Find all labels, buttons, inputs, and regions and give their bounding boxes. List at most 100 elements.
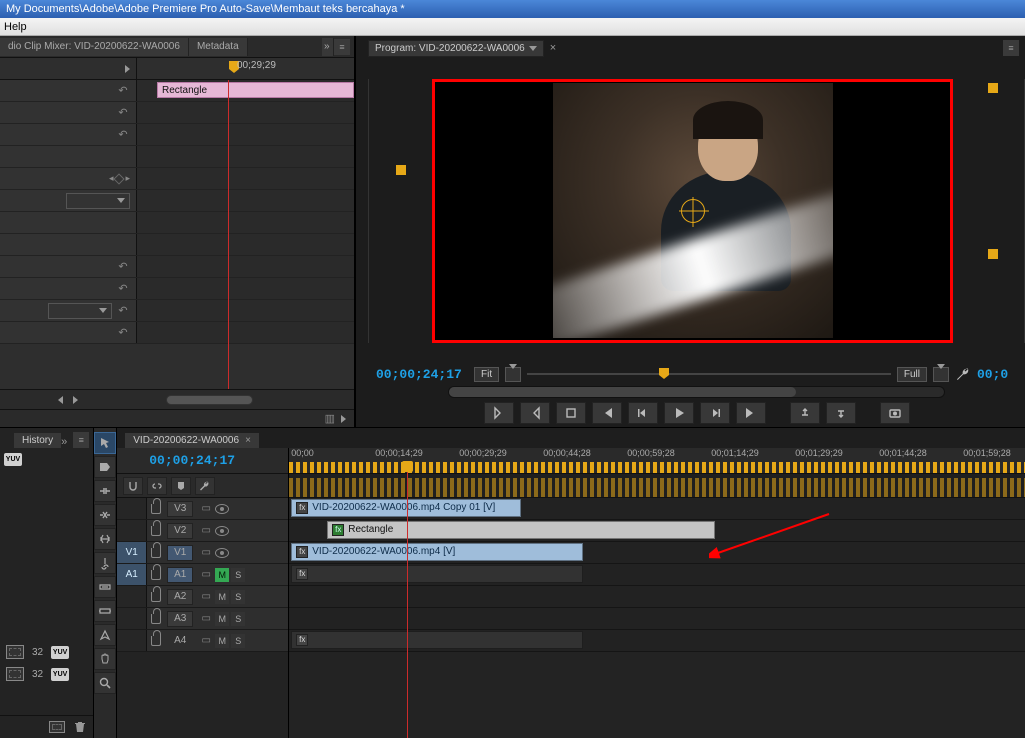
snap-button[interactable] <box>123 477 143 495</box>
export-frame-button[interactable] <box>880 402 910 424</box>
lift-button[interactable] <box>790 402 820 424</box>
sequence-tab[interactable]: VID-20200622-WA0006× <box>125 433 259 448</box>
in-marker-icon[interactable] <box>396 165 406 175</box>
lock-icon[interactable] <box>151 548 161 558</box>
sync-lock-icon[interactable]: ▭ <box>199 546 213 560</box>
tab-overflow-icon[interactable]: » <box>61 436 67 448</box>
track-toggle-a1[interactable]: A1 <box>167 567 193 583</box>
step-forward-button[interactable] <box>700 402 730 424</box>
sync-lock-icon[interactable]: ▭ <box>199 502 213 516</box>
mark-clip-button[interactable] <box>556 402 586 424</box>
reset-icon[interactable]: ↶ <box>116 128 130 142</box>
solo-button[interactable]: S <box>231 612 245 626</box>
reset-icon[interactable]: ↶ <box>116 282 130 296</box>
program-monitor[interactable] <box>432 79 953 343</box>
reset-icon[interactable]: ↶ <box>116 84 130 98</box>
zoom-fit-dropdown[interactable]: Fit <box>474 367 499 382</box>
ec-clip-rectangle[interactable]: Rectangle <box>157 82 354 98</box>
clip-a1[interactable]: fx <box>291 565 583 583</box>
ripple-edit-tool[interactable] <box>94 480 116 502</box>
lock-icon[interactable] <box>151 570 161 580</box>
blend-dropdown[interactable] <box>66 193 130 209</box>
track-a1[interactable]: fx <box>289 564 1025 586</box>
solo-button[interactable]: S <box>231 590 245 604</box>
eye-icon[interactable] <box>215 504 229 514</box>
lock-icon[interactable] <box>151 526 161 536</box>
sync-lock-icon[interactable]: ▭ <box>199 568 213 582</box>
track-v3[interactable]: fx VID-20200622-WA0006.mp4 Copy 01 [V] <box>289 498 1025 520</box>
rolling-edit-tool[interactable] <box>94 504 116 526</box>
track-toggle-v1[interactable]: V1 <box>167 545 193 561</box>
track-v1[interactable]: fx VID-20200622-WA0006.mp4 [V] <box>289 542 1025 564</box>
sync-lock-icon[interactable]: ▭ <box>199 634 213 648</box>
out-marker-icon[interactable] <box>988 249 998 259</box>
trash-icon[interactable] <box>73 720 87 734</box>
mark-out-button[interactable] <box>520 402 550 424</box>
rate-stretch-tool[interactable] <box>94 528 116 550</box>
track-select-tool[interactable] <box>94 456 116 478</box>
panel-menu-icon[interactable]: ≡ <box>1003 40 1019 56</box>
sync-lock-icon[interactable]: ▭ <box>199 612 213 626</box>
extract-button[interactable] <box>826 402 856 424</box>
anchor-crosshair-icon[interactable] <box>681 199 705 223</box>
thumbnail-icon[interactable] <box>6 645 24 659</box>
track-header-v1[interactable]: V1 V1 ▭ <box>117 542 288 564</box>
eye-icon[interactable] <box>215 548 229 558</box>
track-toggle-a4[interactable]: A4 <box>167 633 193 649</box>
menu-help[interactable]: Help <box>4 21 27 33</box>
dropdown-icon[interactable] <box>529 46 537 51</box>
tab-overflow[interactable]: » <box>322 38 334 56</box>
tab-close-icon[interactable]: × <box>550 42 556 54</box>
timeline-ruler[interactable]: 00;0000;00;14;2900;00;29;2900;00;44;2800… <box>289 448 1025 474</box>
play-icon[interactable] <box>125 65 130 73</box>
zoom-tool[interactable] <box>94 672 116 694</box>
timeline-zoom-bar[interactable] <box>448 386 945 398</box>
mute-button[interactable]: M <box>215 590 229 604</box>
track-header-a3[interactable]: A3 ▭ M S <box>117 608 288 630</box>
clip-v1[interactable]: fx VID-20200622-WA0006.mp4 [V] <box>291 543 583 561</box>
hand-tool[interactable] <box>94 648 116 670</box>
slip-tool[interactable] <box>94 576 116 598</box>
lock-icon[interactable] <box>151 614 161 624</box>
sync-lock-icon[interactable]: ▭ <box>199 590 213 604</box>
track-header-v2[interactable]: V2 ▭ <box>117 520 288 542</box>
track-toggle-a2[interactable]: A2 <box>167 589 193 605</box>
resolution-dropdown[interactable]: Full <box>897 367 927 382</box>
new-item-icon[interactable] <box>49 721 65 733</box>
toggle-animation-icon[interactable]: ▥ <box>325 412 335 425</box>
razor-tool[interactable] <box>94 552 116 574</box>
program-current-timecode[interactable]: 00;00;24;17 <box>376 367 468 382</box>
selection-tool[interactable] <box>94 432 116 454</box>
mute-button[interactable]: M <box>215 612 229 626</box>
mute-button[interactable]: M <box>215 568 229 582</box>
reset-icon[interactable]: ↶ <box>116 326 130 340</box>
track-header-a2[interactable]: A2 ▭ M S <box>117 586 288 608</box>
eye-icon[interactable] <box>215 526 229 536</box>
lock-icon[interactable] <box>151 592 161 602</box>
panel-menu-icon[interactable]: ≡ <box>334 39 350 55</box>
settings-button[interactable] <box>195 477 215 495</box>
reset-icon[interactable]: ↶ <box>116 106 130 120</box>
keyframe-nav[interactable]: ◂ ▸ <box>109 173 130 184</box>
track-toggle-v3[interactable]: V3 <box>167 501 193 517</box>
track-toggle-a3[interactable]: A3 <box>167 611 193 627</box>
clip-v2-rectangle[interactable]: fx Rectangle <box>327 521 715 539</box>
tab-clip-mixer[interactable]: dio Clip Mixer: VID-20200622-WA0006 <box>0 38 189 56</box>
lock-icon[interactable] <box>151 636 161 646</box>
marker-button[interactable] <box>171 477 191 495</box>
close-icon[interactable]: × <box>245 435 251 446</box>
step-back-button[interactable] <box>628 402 658 424</box>
pen-tool[interactable] <box>94 624 116 646</box>
track-a4[interactable]: fx <box>289 630 1025 652</box>
track-header-v3[interactable]: V3 ▭ <box>117 498 288 520</box>
marker-icon[interactable] <box>988 83 998 93</box>
source-patch-v1[interactable]: V1 <box>117 542 147 563</box>
solo-button[interactable]: S <box>231 568 245 582</box>
program-tab[interactable]: Program: VID-20200622-WA0006 <box>368 40 544 57</box>
panel-menu-icon[interactable]: ≡ <box>73 432 89 448</box>
clip-a4[interactable]: fx <box>291 631 583 649</box>
dropdown[interactable] <box>48 303 112 319</box>
lock-icon[interactable] <box>151 504 161 514</box>
timeline-playhead[interactable] <box>407 462 408 738</box>
ec-horizontal-scrollbar[interactable] <box>166 395 253 405</box>
